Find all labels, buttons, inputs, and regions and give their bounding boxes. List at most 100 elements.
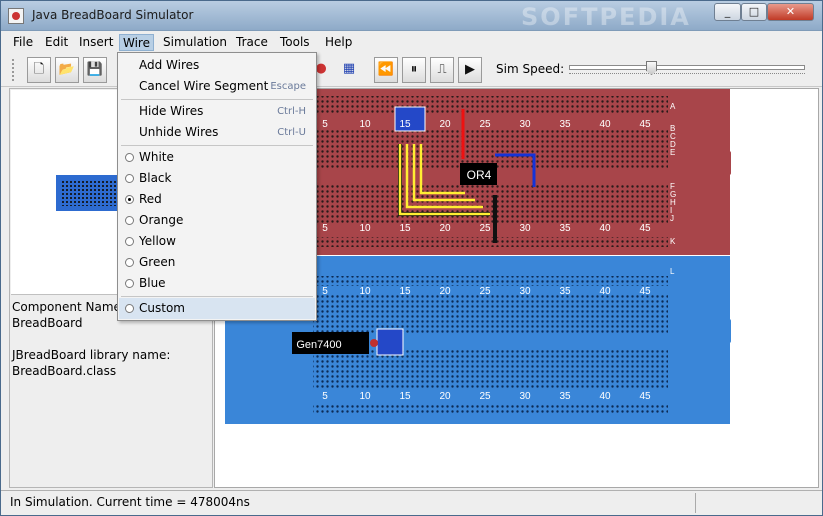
color-orange[interactable]: Orange [119,210,315,231]
library-name-value: BreadBoard.class [12,364,117,378]
chip-icon[interactable]: ▦ [337,57,361,83]
column-number: 35 [559,286,571,297]
minimize-button[interactable]: _ [714,3,741,21]
maximize-button[interactable]: □ [741,3,767,21]
column-number: 5 [322,223,328,234]
radio-blue[interactable] [125,279,134,288]
radio-black[interactable] [125,174,134,183]
column-number: 35 [559,119,571,130]
custom-label: Custom [139,301,185,315]
column-number: 45 [639,286,651,297]
window-title: Java BreadBoard Simulator [32,8,194,22]
row-letter: A [670,102,676,111]
hide-shortcut: Ctrl-H [277,106,306,117]
column-number: 25 [479,391,491,402]
color-black[interactable]: Black [119,168,315,189]
component-name-label: Component Name: [12,300,125,314]
color-label: White [139,150,174,164]
bottom-terminal-upper [313,294,668,334]
menu-separator [121,99,313,100]
column-number: 10 [359,286,371,297]
column-number: 25 [479,119,491,130]
radio-orange[interactable] [125,216,134,225]
open-folder-icon[interactable]: 📂 [55,57,79,83]
column-number: 35 [559,391,571,402]
row-letter: J [670,214,674,223]
close-button[interactable]: ✕ [767,3,814,21]
watermark: SOFTPEDIA [521,3,691,31]
column-number: 20 [439,391,451,402]
top-board-tab [723,151,731,175]
rewind-icon[interactable]: ⏪ [374,57,398,83]
column-number: 5 [322,119,328,130]
radio-custom[interactable] [125,304,134,313]
unhide-shortcut: Ctrl-U [277,127,306,138]
row-letter: K [670,237,676,246]
hide-wires-label: Hide Wires [139,104,204,118]
play-icon[interactable]: ▶ [458,57,482,83]
menu-trace[interactable]: Trace [233,34,271,51]
step-icon[interactable]: ⎍ [430,57,454,83]
toolbar-grip[interactable] [12,59,18,81]
radio-yellow[interactable] [125,237,134,246]
menu-item-add-wires[interactable]: Add Wires [119,55,315,76]
color-blue[interactable]: Blue [119,273,315,294]
menu-tools[interactable]: Tools [277,34,313,51]
column-number: 10 [359,223,371,234]
color-label: Green [139,255,176,269]
column-number: 15 [399,286,411,297]
menu-separator [121,145,313,146]
color-label: Red [139,192,162,206]
color-label: Black [139,171,172,185]
top-terminal-lower [313,183,668,223]
column-number: 20 [439,119,451,130]
color-yellow[interactable]: Yellow [119,231,315,252]
menu-simulation[interactable]: Simulation [160,34,230,51]
pause-icon[interactable]: ⏸ [402,57,426,83]
menu-wire[interactable]: Wire [119,34,154,51]
column-number: 15 [399,223,411,234]
column-number: 35 [559,223,571,234]
status-separator [695,493,696,513]
menu-edit[interactable]: Edit [42,34,71,51]
column-number: 10 [359,391,371,402]
menu-item-hide-wires[interactable]: Hide Wires Ctrl-H [119,101,315,122]
column-number: 30 [519,391,531,402]
add-wires-label: Add Wires [139,58,200,72]
wire-menu-dropdown: Add Wires Cancel Wire Segment Escape Hide… [117,52,317,321]
breadboard-preview-image [56,175,126,211]
app-window: Java BreadBoard Simulator SOFTPEDIA _ □ … [0,0,823,516]
column-number: 20 [439,223,451,234]
unhide-wires-label: Unhide Wires [139,125,219,139]
save-disk-icon[interactable]: 💾 [83,57,107,83]
column-number: 10 [359,119,371,130]
new-file-icon[interactable]: 🗋 [27,57,51,83]
sim-speed-slider[interactable] [569,61,805,79]
dip-switch-bottom[interactable] [376,328,404,356]
radio-red-selected[interactable] [125,195,134,204]
color-green[interactable]: Green [119,252,315,273]
column-number: 40 [599,286,611,297]
color-red[interactable]: Red [119,189,315,210]
menu-insert[interactable]: Insert [76,34,116,51]
led-red[interactable] [370,339,378,347]
column-number: 15 [399,119,411,130]
chip-or4-label: OR4 [467,168,492,182]
radio-green[interactable] [125,258,134,267]
row-letter: E [670,148,675,157]
title-bar: Java BreadBoard Simulator SOFTPEDIA _ □ … [1,1,822,31]
color-label: Orange [139,213,184,227]
column-number: 40 [599,391,611,402]
menu-file[interactable]: File [10,34,36,51]
menu-help[interactable]: Help [322,34,355,51]
top-power-rail-bottom [313,237,668,247]
menu-item-custom-color[interactable]: Custom [119,298,315,319]
slider-ticks [569,73,805,78]
column-number: 5 [322,286,328,297]
menu-item-unhide-wires[interactable]: Unhide Wires Ctrl-U [119,122,315,143]
color-white[interactable]: White [119,147,315,168]
menu-item-cancel-wire-segment[interactable]: Cancel Wire Segment Escape [119,76,315,97]
column-number: 30 [519,223,531,234]
cancel-shortcut: Escape [270,81,306,92]
radio-white[interactable] [125,153,134,162]
